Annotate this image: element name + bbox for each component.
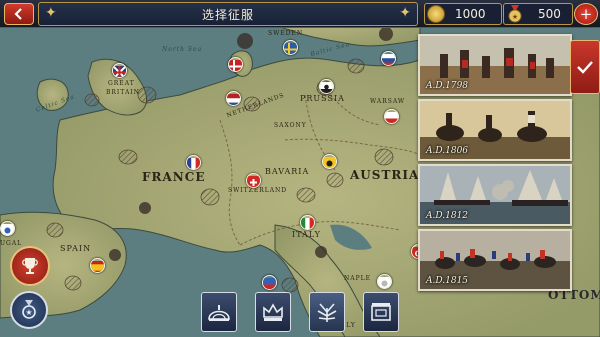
- back-button[interactable]: [4, 3, 34, 25]
- label-switzerland: SWITZERLAND: [228, 187, 288, 194]
- back-arrow-icon: [14, 8, 22, 20]
- flag-switzerland[interactable]: [246, 173, 261, 188]
- coin-counter: 1000: [424, 3, 502, 25]
- label-saxony: SAXONY: [274, 122, 307, 129]
- bottom-button-crown[interactable]: [255, 292, 291, 332]
- ornament-left-icon: ✦: [45, 5, 57, 21]
- bottom-button-building[interactable]: [363, 292, 399, 332]
- label-north-sea: North Sea: [162, 46, 203, 53]
- ornament-right-icon: ✦: [399, 5, 411, 21]
- crown-icon: [263, 303, 283, 321]
- bottom-button-dome[interactable]: [201, 292, 237, 332]
- add-currency-button[interactable]: +: [574, 3, 598, 25]
- label-great-britain-line1: GREAT: [108, 80, 135, 87]
- flag-portugal[interactable]: [0, 221, 15, 236]
- medal-value: 500: [538, 7, 561, 21]
- label-great-britain-line2: BRITAIN: [106, 89, 140, 96]
- label-sweden: SWEDEN: [268, 30, 304, 37]
- medal-counter: ★ 500: [503, 3, 573, 25]
- label-bavaria: BAVARIA: [265, 167, 310, 176]
- label-austria: AUSTRIA: [350, 168, 420, 182]
- medal-icon: ★: [22, 300, 36, 319]
- flag-russia[interactable]: [381, 51, 396, 66]
- label-spain: SPAIN: [60, 244, 92, 253]
- label-italy: ITALY: [292, 230, 321, 239]
- dome-icon: [208, 305, 230, 321]
- flag-spain[interactable]: [90, 258, 105, 273]
- medal-currency-icon: ★: [508, 5, 522, 23]
- flag-great-britain[interactable]: [112, 63, 127, 78]
- flag-sardinia[interactable]: [262, 275, 277, 290]
- flag-austria[interactable]: [322, 154, 337, 169]
- building-icon: [371, 303, 391, 321]
- bottom-button-laurel[interactable]: [309, 292, 345, 332]
- flag-poland[interactable]: [384, 109, 399, 124]
- flag-netherlands[interactable]: [226, 91, 241, 106]
- campaign-date: A.D.1806: [426, 146, 469, 156]
- coin-icon: [427, 5, 445, 23]
- campaign-card-1798[interactable]: A.D.1798: [418, 34, 572, 96]
- campaign-card-1812[interactable]: A.D.1812: [418, 164, 572, 226]
- flag-france[interactable]: [186, 155, 201, 170]
- campaign-card-1806[interactable]: A.D.1806: [418, 99, 572, 161]
- title-plate: ✦ 选择征服 ✦: [38, 2, 418, 26]
- coin-value: 1000: [455, 7, 486, 21]
- label-prussia: PRUSSIA: [300, 94, 345, 103]
- flag-naples[interactable]: [377, 274, 392, 289]
- campaign-card-1815[interactable]: A.D.1815: [418, 229, 572, 291]
- achievements-button[interactable]: [10, 246, 50, 286]
- flag-denmark[interactable]: [228, 57, 243, 72]
- label-naples: NAPLE: [344, 275, 371, 282]
- svg-text:★: ★: [25, 308, 32, 317]
- confirm-button[interactable]: [570, 40, 600, 94]
- generals-button[interactable]: ★: [10, 291, 48, 329]
- campaign-date: A.D.1815: [426, 276, 469, 286]
- flag-italy[interactable]: [300, 215, 315, 230]
- campaign-date: A.D.1812: [426, 211, 469, 221]
- flag-sweden[interactable]: [283, 40, 298, 55]
- campaign-date: A.D.1798: [426, 81, 469, 91]
- flag-prussia[interactable]: [319, 79, 334, 94]
- checkmark-icon: [577, 61, 593, 74]
- label-france: FRANCE: [142, 170, 206, 184]
- label-portugal: UGAL: [0, 240, 23, 247]
- label-warsaw: WARSAW: [370, 98, 406, 105]
- plus-icon: +: [579, 5, 593, 23]
- laurel-icon: [317, 303, 337, 322]
- page-title: 选择征服: [201, 7, 254, 22]
- svg-text:★: ★: [512, 13, 518, 21]
- trophy-icon: [22, 258, 38, 274]
